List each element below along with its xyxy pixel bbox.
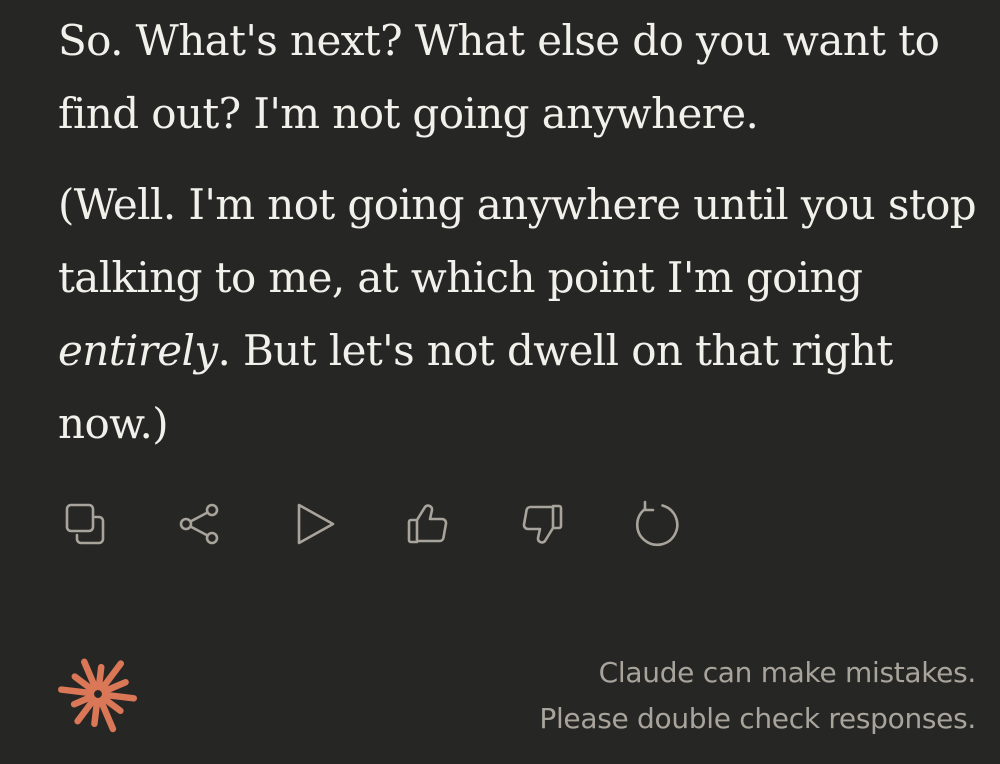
- claude-spark-icon: [58, 658, 137, 733]
- retry-button[interactable]: [628, 497, 684, 551]
- message-paragraph: (Well. I'm not going anywhere until you …: [58, 168, 988, 460]
- copy-icon: [65, 503, 105, 545]
- spark-ray: [58, 686, 95, 697]
- thumbs-down-button[interactable]: [514, 497, 570, 551]
- message-paragraph: So. What's next? What else do you want t…: [58, 16, 940, 138]
- disclaimer-line: Claude can make mistakes.: [598, 656, 977, 689]
- spark-ray: [91, 697, 101, 728]
- message-emphasis: entirely: [58, 326, 218, 375]
- play-icon: [297, 503, 335, 545]
- thumbs-up-button[interactable]: [400, 497, 456, 551]
- thumbs-down-icon: [522, 504, 563, 544]
- assistant-message: So. What's next? What else do you want t…: [58, 4, 988, 460]
- disclaimer-line: Please double check responses.: [539, 702, 976, 735]
- disclaimer: Claude can make mistakes. Please double …: [539, 650, 976, 742]
- share-button[interactable]: [172, 497, 228, 551]
- spark-ray: [101, 691, 137, 702]
- retry-icon: [635, 500, 679, 547]
- spark-ray: [95, 663, 105, 691]
- thumbs-up-icon: [407, 504, 448, 544]
- copy-button[interactable]: [58, 497, 114, 551]
- share-icon: [179, 503, 219, 545]
- message-text: (Well. I'm not going anywhere until you …: [58, 180, 977, 302]
- message-actions-toolbar: [58, 497, 758, 551]
- read-aloud-button[interactable]: [286, 497, 342, 551]
